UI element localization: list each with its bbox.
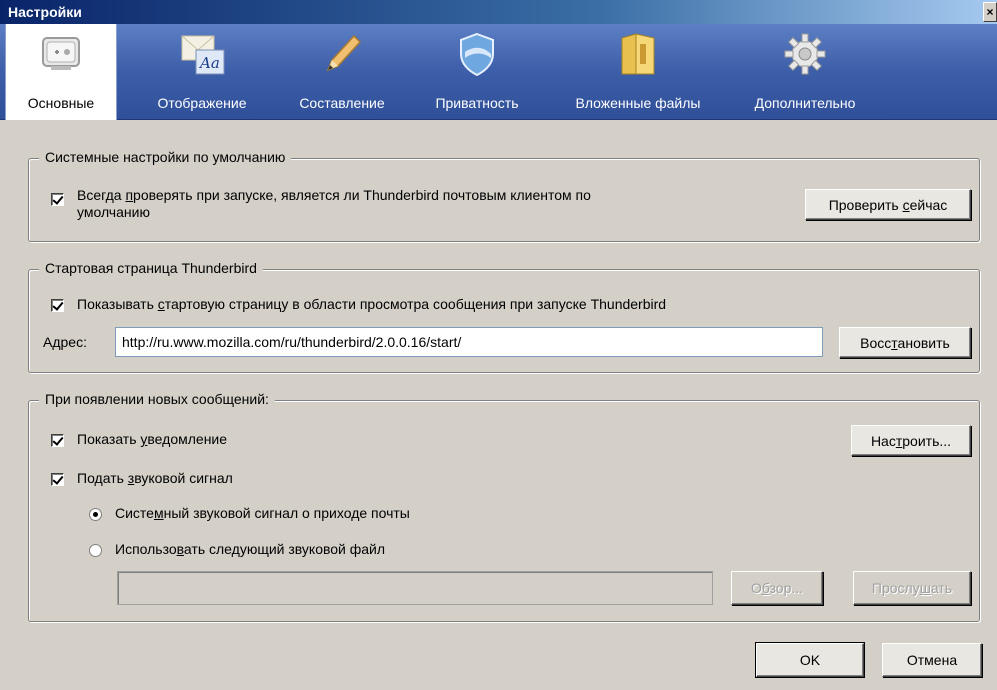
cancel-button[interactable]: Отмена	[882, 643, 982, 677]
tab-display[interactable]: Aa Отображение	[137, 24, 267, 120]
new-messages-group: При появлении новых сообщений: Показать …	[28, 391, 980, 622]
tab-label: Отображение	[157, 95, 247, 111]
show-start-page-checkbox[interactable]	[51, 299, 64, 312]
ok-button[interactable]: OK	[756, 643, 864, 677]
check-now-button[interactable]: Проверить сейчас	[805, 189, 971, 220]
close-icon[interactable]: ×	[983, 2, 997, 22]
tab-label: Дополнительно	[754, 95, 856, 111]
tab-attachments[interactable]: Вложенные файлы	[553, 24, 723, 120]
window-title: Настройки	[8, 4, 82, 20]
pencil-icon	[326, 34, 362, 72]
tab-privacy[interactable]: Приватность	[418, 24, 536, 120]
play-sound-label: Подать звуковой сигнал	[77, 470, 233, 486]
start-page-address-input[interactable]: http://ru.www.mozilla.com/ru/thunderbird…	[115, 327, 823, 357]
show-notification-checkbox[interactable]	[51, 434, 64, 447]
tab-label: Приватность	[435, 95, 519, 111]
tab-label: Вложенные файлы	[575, 95, 701, 111]
system-defaults-group: Системные настройки по умолчанию Всегда …	[28, 149, 980, 242]
tab-label: Основные	[27, 95, 95, 111]
group-legend: Стартовая страница Thunderbird	[39, 260, 263, 276]
default-client-checkbox[interactable]	[51, 193, 64, 206]
restore-button[interactable]: Восстановить	[839, 327, 971, 358]
system-sound-label: Системный звуковой сигнал о приходе почт…	[115, 505, 410, 521]
group-legend: При появлении новых сообщений:	[39, 391, 275, 407]
general-icon	[42, 37, 80, 70]
start-page-group: Стартовая страница Thunderbird Показыват…	[28, 260, 980, 373]
tab-label: Составление	[299, 95, 385, 111]
folder-icon	[621, 33, 655, 75]
sound-file-input[interactable]	[117, 571, 713, 605]
custom-sound-radio[interactable]	[89, 544, 102, 557]
gear-icon	[784, 33, 826, 75]
custom-sound-label: Использовать следующий звуковой файл	[115, 541, 386, 557]
shield-icon	[460, 32, 494, 77]
configure-button[interactable]: Настроить...	[851, 425, 971, 456]
browse-button[interactable]: Обзор...	[731, 571, 823, 605]
default-client-label: Всегда проверять при запуске, является л…	[77, 187, 591, 220]
show-start-page-label: Показывать стартовую страницу в области …	[77, 296, 667, 312]
play-sound-checkbox[interactable]	[51, 473, 64, 486]
listen-button[interactable]: Прослушать	[853, 571, 971, 605]
address-label: Адрес:	[43, 334, 87, 350]
show-notification-label: Показать уведомление	[77, 431, 228, 447]
display-icon: Aa	[181, 35, 225, 75]
tab-general[interactable]: Основные	[5, 24, 117, 120]
group-legend: Системные настройки по умолчанию	[39, 149, 292, 165]
tab-compose[interactable]: Составление	[282, 24, 402, 120]
tab-advanced[interactable]: Дополнительно	[735, 24, 875, 120]
category-toolbar: Основные Aa Отображение Составление Прив…	[0, 24, 997, 120]
title-bar: Настройки ×	[0, 0, 997, 24]
system-sound-radio[interactable]	[89, 508, 102, 521]
svg-text:Aa: Aa	[198, 54, 220, 72]
